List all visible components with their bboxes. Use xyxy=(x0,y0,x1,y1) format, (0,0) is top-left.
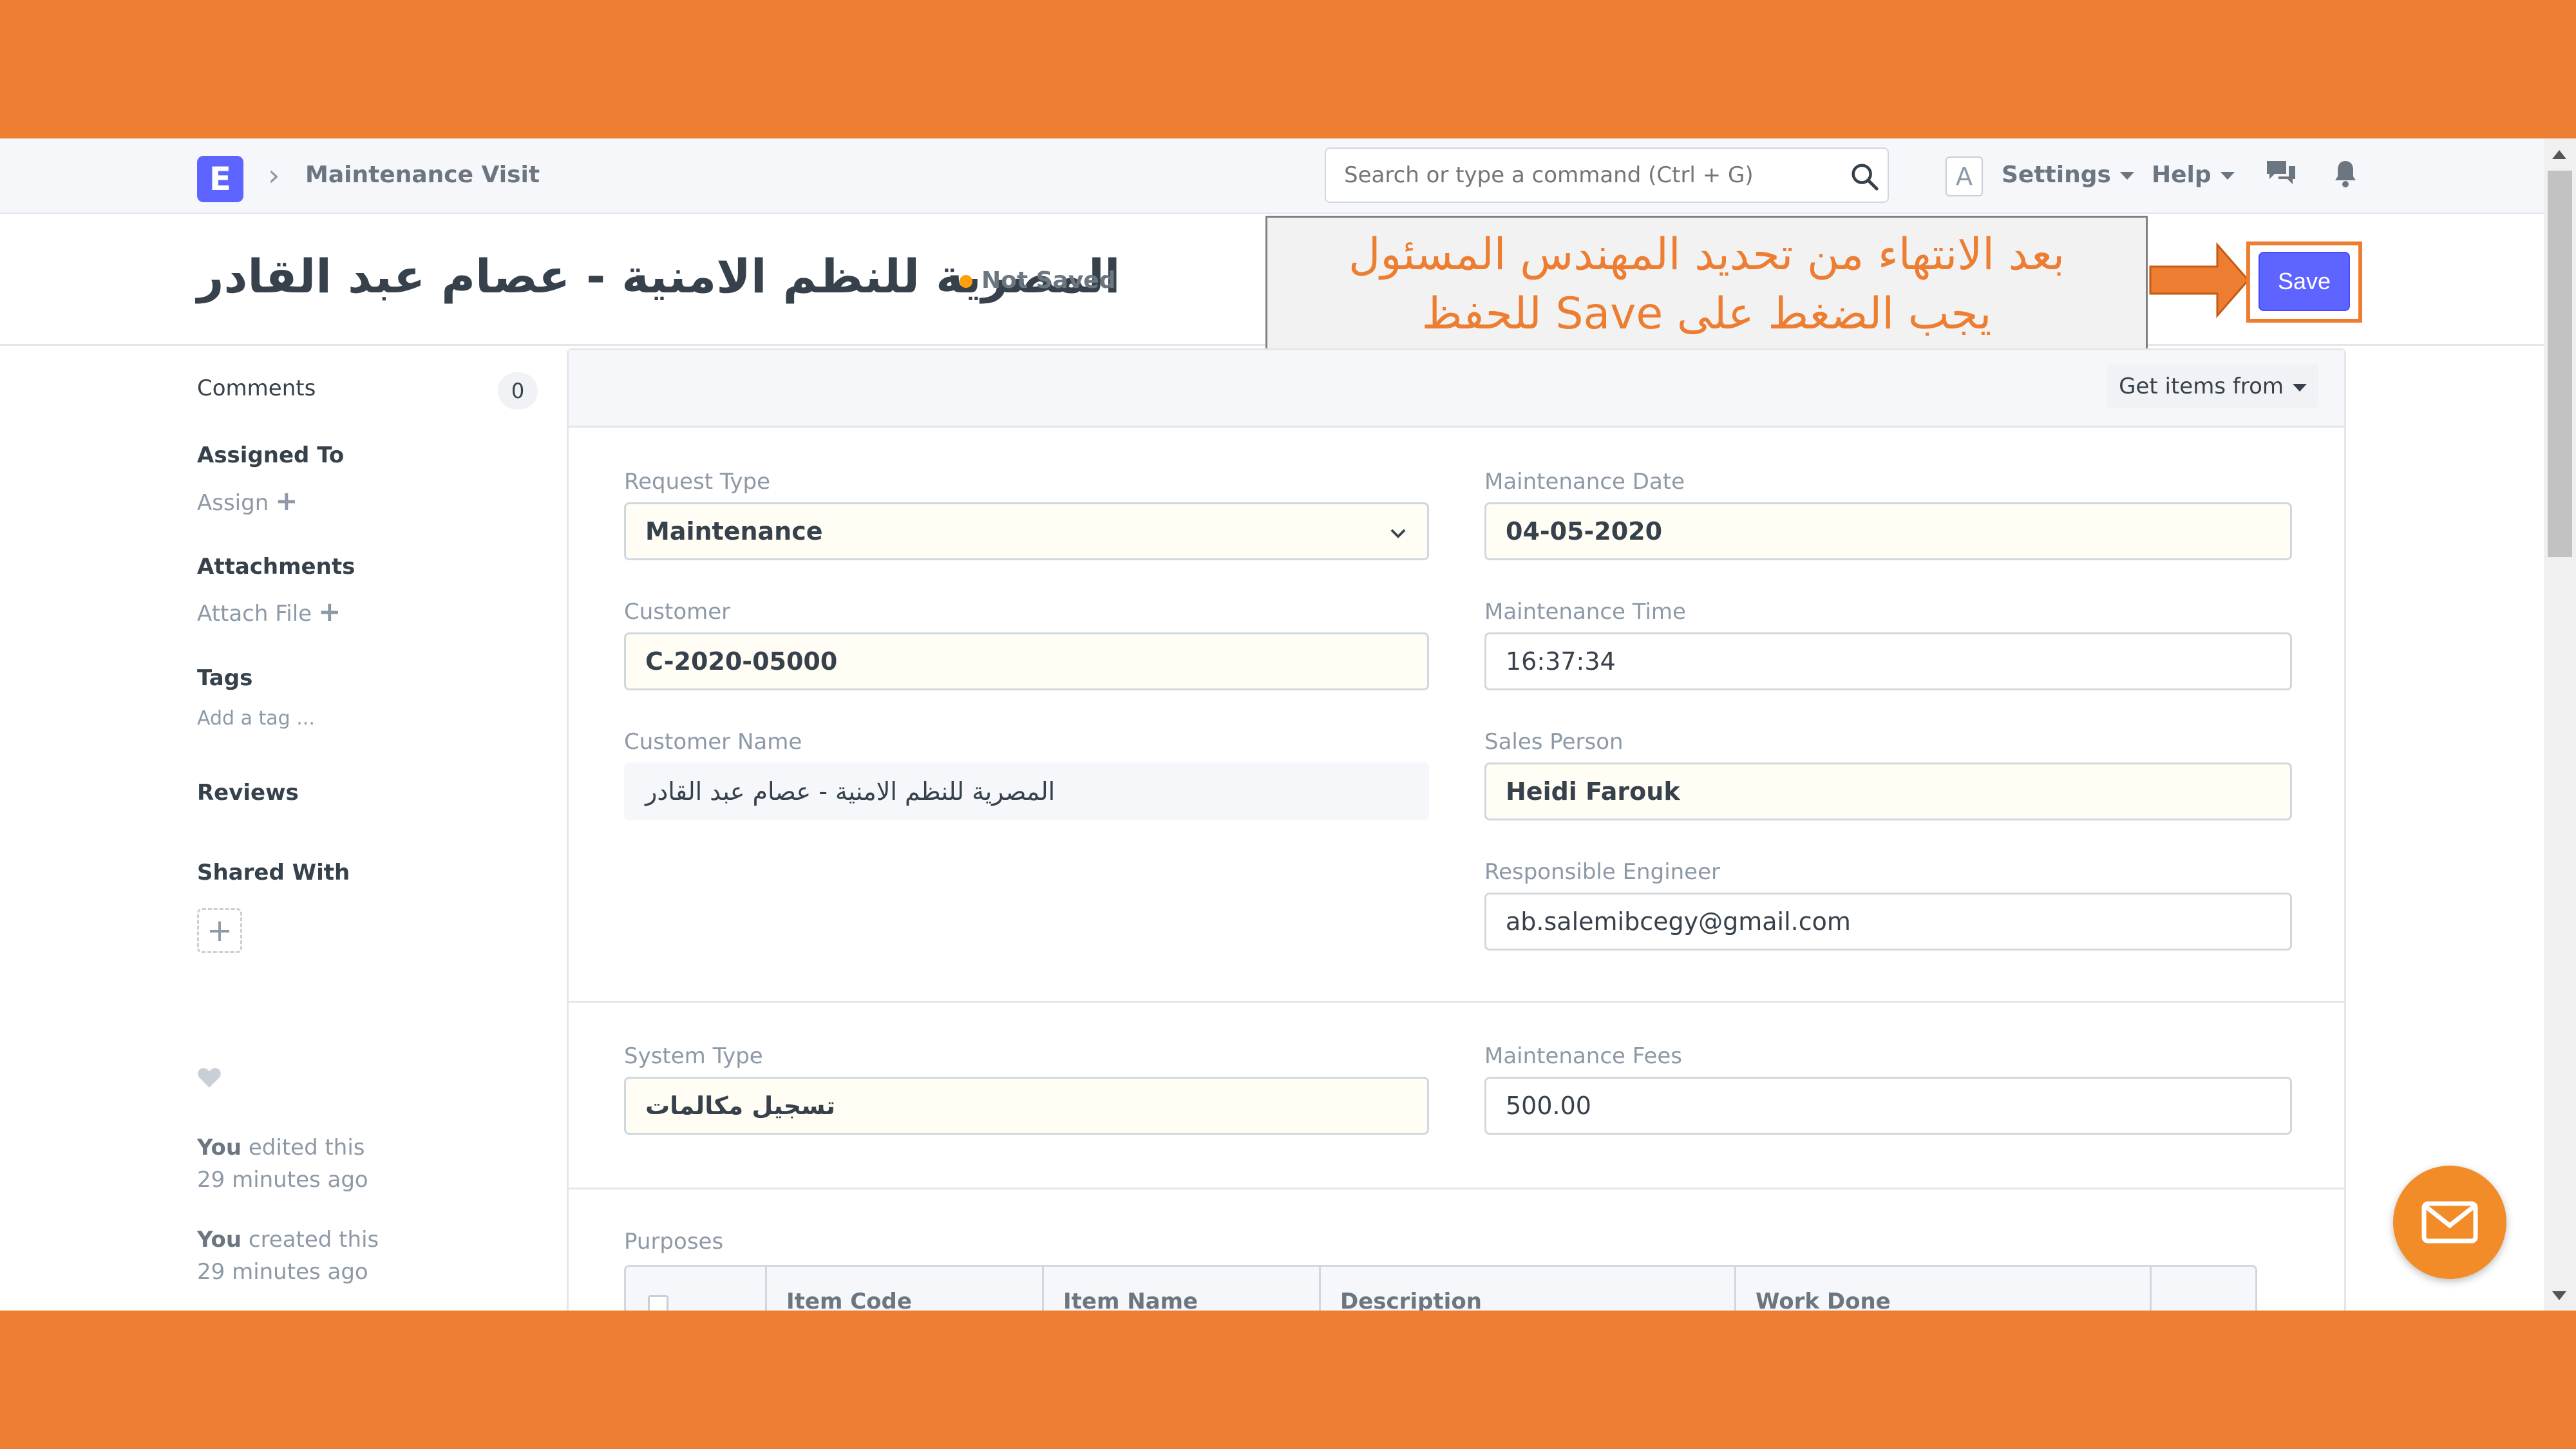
activity-item: You created this xyxy=(197,1227,379,1253)
callout-line-2: يجب الضغط على Save للحفظ xyxy=(1421,289,1992,339)
customer-name-field: المصرية للنظم الامنية - عصام عبد القادر xyxy=(624,762,1429,820)
search-input[interactable] xyxy=(1325,147,1889,203)
form-card: Get items from Request Type Maintenance … xyxy=(567,348,2346,1311)
maintenance-time-label: Maintenance Time xyxy=(1484,599,1686,625)
assign-label: Assign xyxy=(197,490,269,516)
app-window: E › Maintenance Visit A Settings Help ال… xyxy=(0,138,2576,1311)
callout-line-1: بعد الانتهاء من تحديد المهندس المسئول xyxy=(1348,229,2065,280)
request-type-label: Request Type xyxy=(624,469,771,495)
mail-icon xyxy=(2421,1201,2478,1244)
app-logo[interactable]: E xyxy=(197,156,243,202)
sales-person-label: Sales Person xyxy=(1484,729,1624,755)
responsible-engineer-label: Responsible Engineer xyxy=(1484,859,1720,885)
purposes-label: Purposes xyxy=(624,1229,724,1255)
help-menu[interactable]: Help xyxy=(2152,162,2235,188)
plus-icon: + xyxy=(275,485,298,516)
comments-count-badge: 0 xyxy=(498,372,538,410)
scroll-down-arrow-icon[interactable] xyxy=(2552,1291,2566,1300)
sidebar-comments-label: Comments xyxy=(197,375,316,401)
status-label: Not Saved xyxy=(981,267,1116,294)
get-items-label: Get items from xyxy=(2119,374,2284,399)
arrow-right-icon xyxy=(2149,242,2249,318)
maintenance-fees-field[interactable]: 500.00 xyxy=(1484,1077,2292,1135)
sidebar-attachments-label: Attachments xyxy=(197,554,355,580)
sales-person-field[interactable]: Heidi Farouk xyxy=(1484,762,2292,820)
chevron-down-icon xyxy=(1390,529,1406,538)
activity-user: You xyxy=(197,1135,242,1160)
top-navbar: E › Maintenance Visit A Settings Help xyxy=(0,138,2544,214)
caret-down-icon xyxy=(2119,172,2134,180)
maintenance-fees-label: Maintenance Fees xyxy=(1484,1043,1683,1069)
system-type-field[interactable]: تسجيل مكالمات xyxy=(624,1077,1429,1135)
select-all-checkbox[interactable] xyxy=(648,1295,668,1311)
help-label: Help xyxy=(2152,162,2211,188)
scroll-thumb[interactable] xyxy=(2548,171,2572,557)
attach-file-label: Attach File xyxy=(197,601,312,627)
plus-icon: + xyxy=(318,596,341,627)
bell-icon[interactable] xyxy=(2333,158,2358,190)
settings-label: Settings xyxy=(2002,162,2111,188)
system-type-label: System Type xyxy=(624,1043,763,1069)
attach-file-button[interactable]: Attach File + xyxy=(197,596,341,627)
sidebar-shared-with-label: Shared With xyxy=(197,860,350,886)
mail-fab-button[interactable] xyxy=(2393,1166,2506,1279)
add-tag-input[interactable]: Add a tag ... xyxy=(197,707,315,730)
share-add-button[interactable]: + xyxy=(197,908,242,953)
section-divider xyxy=(569,1188,2344,1189)
chat-icon[interactable] xyxy=(2264,158,2298,190)
activity-action: edited this xyxy=(242,1135,365,1160)
column-description: Description xyxy=(1319,1267,1734,1311)
maintenance-time-field[interactable]: 16:37:34 xyxy=(1484,632,2292,690)
sidebar-reviews-label: Reviews xyxy=(197,780,299,806)
sidebar-tags-label: Tags xyxy=(197,665,253,691)
customer-field[interactable]: C-2020-05000 xyxy=(624,632,1429,690)
caret-down-icon xyxy=(2293,383,2307,392)
request-type-select[interactable]: Maintenance xyxy=(624,502,1429,560)
status-indicator: Not Saved xyxy=(960,267,1115,294)
activity-action: created this xyxy=(242,1227,379,1253)
activity-time: 29 minutes ago xyxy=(197,1167,368,1193)
column-work-done: Work Done xyxy=(1734,1267,2150,1311)
breadcrumb-separator: › xyxy=(268,158,280,193)
instruction-callout: بعد الانتهاء من تحديد المهندس المسئول يج… xyxy=(1265,216,2148,352)
save-button[interactable]: Save xyxy=(2259,252,2350,311)
settings-menu[interactable]: Settings xyxy=(2002,162,2134,188)
maintenance-date-label: Maintenance Date xyxy=(1484,469,1685,495)
column-item-code: Item Code xyxy=(765,1267,1042,1311)
activity-user: You xyxy=(197,1227,242,1253)
column-item-name: Item Name xyxy=(1042,1267,1319,1311)
status-dot xyxy=(960,275,972,288)
maintenance-date-field[interactable]: 04-05-2020 xyxy=(1484,502,2292,560)
scrollbar[interactable] xyxy=(2544,138,2576,1311)
customer-name-label: Customer Name xyxy=(624,729,802,755)
form-toolbar: Get items from xyxy=(569,350,2344,428)
caret-down-icon xyxy=(2220,172,2235,180)
sidebar-assigned-to-label: Assigned To xyxy=(197,442,345,468)
section-divider xyxy=(569,1001,2344,1003)
activity-item: You edited this xyxy=(197,1135,365,1160)
user-avatar[interactable]: A xyxy=(1946,156,1983,196)
column-actions xyxy=(2150,1267,2259,1311)
search-icon[interactable] xyxy=(1850,162,1879,191)
request-type-value: Maintenance xyxy=(645,517,823,545)
assign-button[interactable]: Assign + xyxy=(197,485,298,516)
scroll-up-arrow-icon[interactable] xyxy=(2552,150,2566,159)
purposes-table-header: Item Code Item Name Description Work Don… xyxy=(624,1265,2257,1311)
get-items-from-button[interactable]: Get items from xyxy=(2107,365,2318,408)
customer-label: Customer xyxy=(624,599,731,625)
heart-icon[interactable] xyxy=(197,1066,222,1089)
breadcrumb-maintenance-visit[interactable]: Maintenance Visit xyxy=(305,162,540,188)
responsible-engineer-field[interactable]: ab.salemibcegy@gmail.com xyxy=(1484,893,2292,951)
activity-time: 29 minutes ago xyxy=(197,1259,368,1285)
